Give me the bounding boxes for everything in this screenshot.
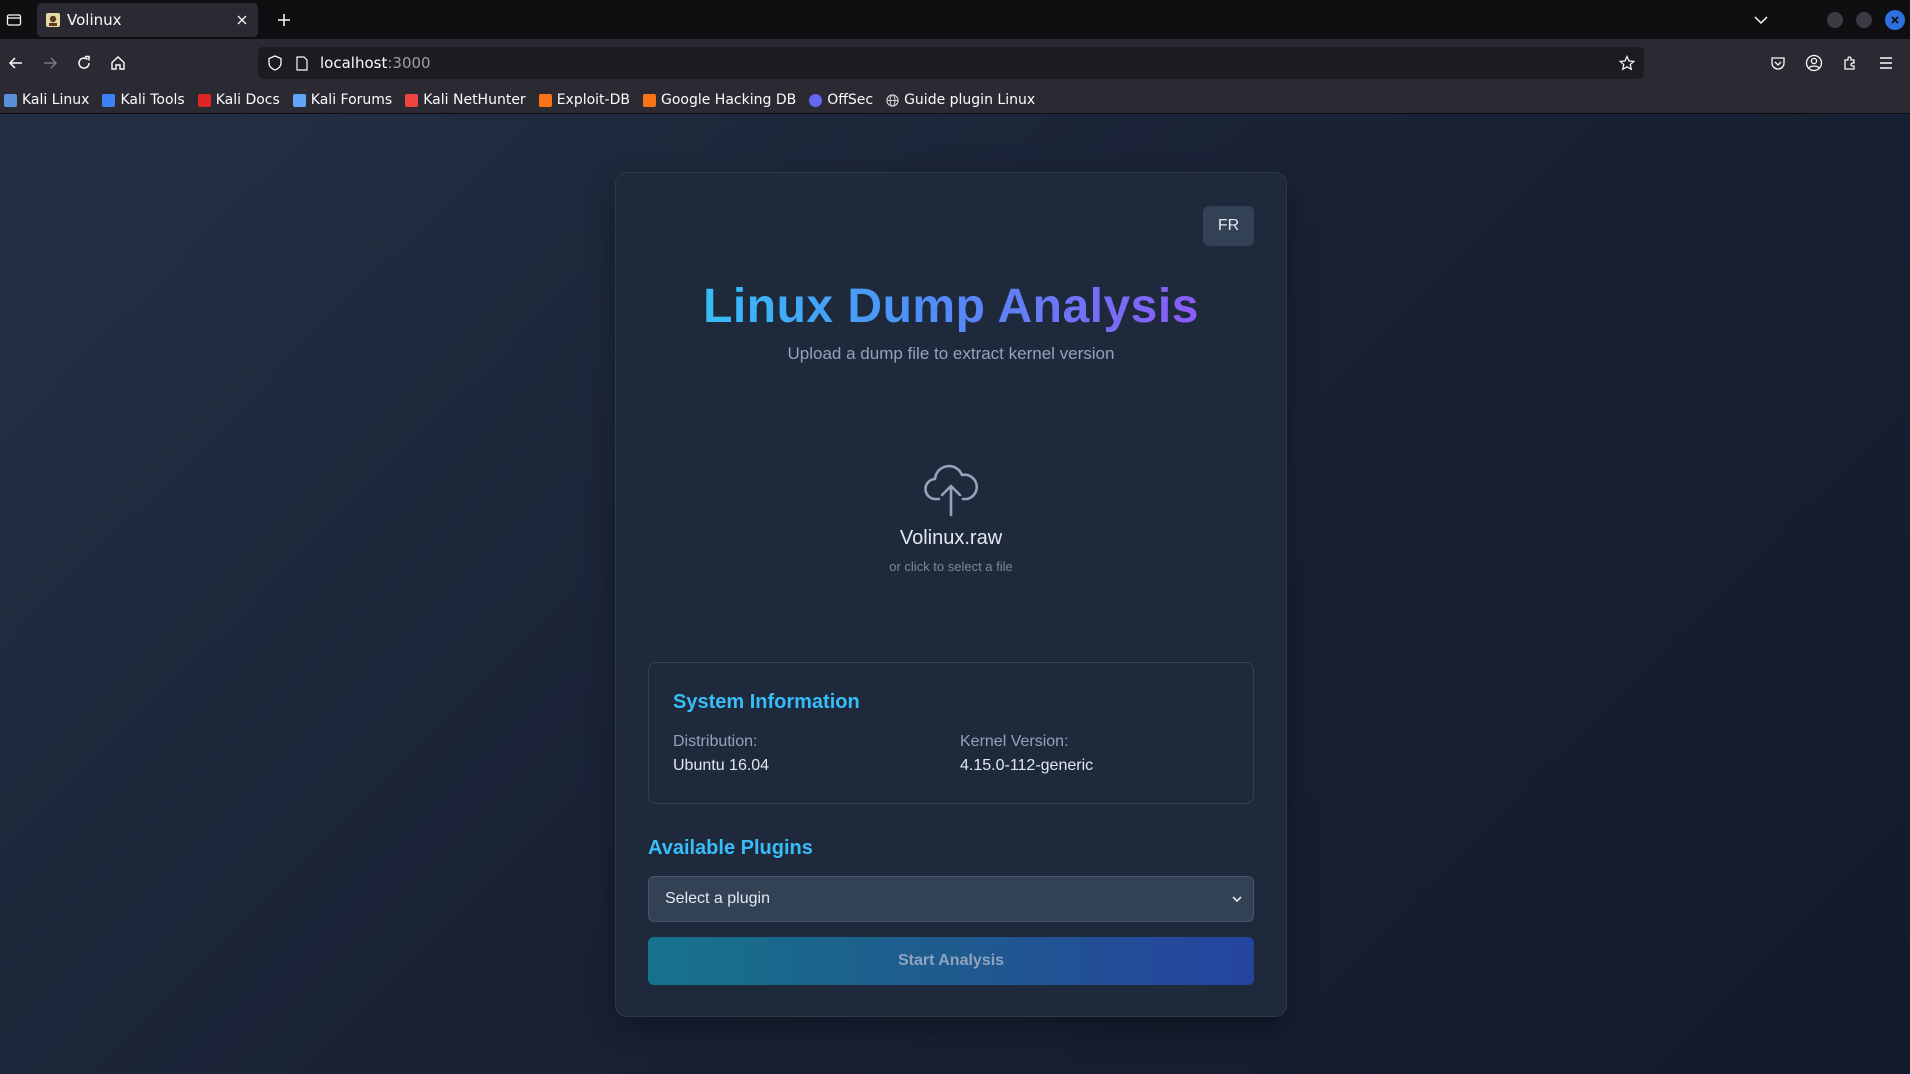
kali-forums-icon <box>292 93 306 107</box>
list-all-tabs-icon[interactable] <box>1751 10 1771 30</box>
bookmark-label: OffSec <box>827 92 874 108</box>
plus-icon <box>278 13 290 26</box>
url-host: localhost <box>320 54 388 72</box>
file-select-hint[interactable]: or click to select a file <box>648 559 1254 574</box>
home-button[interactable] <box>104 49 132 77</box>
file-dropzone[interactable]: Volinux.raw or click to select a file <box>648 431 1254 611</box>
bookmark-label: Google Hacking DB <box>660 92 797 108</box>
reload-button[interactable] <box>70 49 98 77</box>
bookmark-offsec[interactable]: OffSec <box>809 92 873 108</box>
page-viewport: FR Linux Dump Analysis Upload a dump fil… <box>0 114 1910 1074</box>
extensions-icon[interactable] <box>1838 51 1862 75</box>
tab-title: Volinux <box>67 10 122 29</box>
nethunter-icon <box>405 93 419 107</box>
close-icon <box>1891 15 1899 24</box>
bookmark-label: Kali Docs <box>215 92 280 108</box>
home-icon <box>111 56 125 70</box>
exploit-db-icon <box>538 93 552 107</box>
bookmark-label: Guide plugin Linux <box>904 92 1036 108</box>
bookmark-star-icon[interactable] <box>1618 54 1636 72</box>
bookmark-guide-plugin-linux[interactable]: Guide plugin Linux <box>886 92 1035 108</box>
browser-tab-bar: Volinux <box>0 0 1910 39</box>
cloud-upload-icon <box>924 464 979 517</box>
system-info-panel: System Information Distribution: Ubuntu … <box>648 662 1254 804</box>
window-maximize-button[interactable] <box>1856 11 1872 28</box>
plugins-heading: Available Plugins <box>648 837 813 859</box>
tab-close-icon[interactable] <box>234 12 250 28</box>
distribution-label: Distribution: <box>673 733 758 750</box>
bookmarks-toolbar: Kali Linux Kali Tools Kali Docs Kali For… <box>0 87 1910 114</box>
chevron-down-icon <box>1232 896 1242 903</box>
analysis-card: FR Linux Dump Analysis Upload a dump fil… <box>615 172 1287 1017</box>
account-icon[interactable] <box>1802 51 1826 75</box>
page-subtitle: Upload a dump file to extract kernel ver… <box>787 344 1115 363</box>
arrow-left-icon <box>8 57 22 69</box>
bookmark-label: Kali Tools <box>120 92 185 108</box>
kali-tools-icon <box>102 93 116 107</box>
kali-dragon-icon <box>4 93 17 107</box>
offsec-icon <box>809 93 823 107</box>
bookmark-kali-docs[interactable]: Kali Docs <box>197 92 280 108</box>
plugin-select-value: Select a plugin <box>665 890 770 907</box>
browser-nav-bar: localhost:3000 <box>0 39 1910 87</box>
tab-list-icon[interactable] <box>3 9 25 31</box>
url-text[interactable]: localhost:3000 <box>320 54 431 72</box>
bookmark-kali-linux[interactable]: Kali Linux <box>4 92 89 108</box>
shield-icon[interactable] <box>266 54 284 72</box>
browser-tab-volinux[interactable]: Volinux <box>37 2 258 37</box>
plugin-select[interactable]: Select a plugin <box>648 876 1254 922</box>
distribution-value: Ubuntu 16.04 <box>673 757 770 774</box>
window-close-button[interactable] <box>1885 9 1905 30</box>
url-port: :3000 <box>387 54 431 72</box>
bookmark-label: Kali NetHunter <box>423 92 526 108</box>
language-toggle-button[interactable]: FR <box>1203 206 1254 246</box>
globe-icon <box>886 93 899 107</box>
kernel-version-label: Kernel Version: <box>960 733 1069 750</box>
system-info-heading: System Information <box>673 691 860 713</box>
back-button[interactable] <box>2 49 30 77</box>
kernel-version-value: 4.15.0-112-generic <box>960 757 1094 774</box>
page-info-icon[interactable] <box>294 54 310 72</box>
start-analysis-button[interactable]: Start Analysis <box>648 937 1254 985</box>
tab-favicon-icon <box>45 12 61 28</box>
bookmark-label: Kali Linux <box>22 92 90 108</box>
page-title-text: Linux Dump Analysis <box>703 280 1199 333</box>
bookmark-kali-forums[interactable]: Kali Forums <box>292 92 393 108</box>
menu-icon[interactable] <box>1874 51 1898 75</box>
ghdb-icon <box>642 93 656 107</box>
arrow-right-icon <box>44 57 58 69</box>
bookmark-exploit-db[interactable]: Exploit-DB <box>538 92 630 108</box>
kali-docs-icon <box>197 93 211 107</box>
bookmark-google-hacking-db[interactable]: Google Hacking DB <box>642 92 797 108</box>
bookmark-kali-tools[interactable]: Kali Tools <box>102 92 185 108</box>
reload-icon <box>78 55 90 69</box>
bookmark-label: Exploit-DB <box>556 92 630 108</box>
url-bar[interactable]: localhost:3000 <box>258 47 1644 79</box>
distribution-field: Distribution: Ubuntu 16.04 <box>673 733 769 775</box>
page-title: Linux Dump Analysis <box>616 279 1286 334</box>
new-tab-button[interactable] <box>270 6 298 34</box>
kernel-version-field: Kernel Version: 4.15.0-112-generic <box>960 733 1093 775</box>
bookmark-label: Kali Forums <box>310 92 393 108</box>
forward-button[interactable] <box>36 49 64 77</box>
bookmark-kali-nethunter[interactable]: Kali NetHunter <box>405 92 526 108</box>
pocket-icon[interactable] <box>1766 51 1790 75</box>
selected-filename: Volinux.raw <box>899 527 1003 549</box>
window-minimize-button[interactable] <box>1827 11 1843 28</box>
